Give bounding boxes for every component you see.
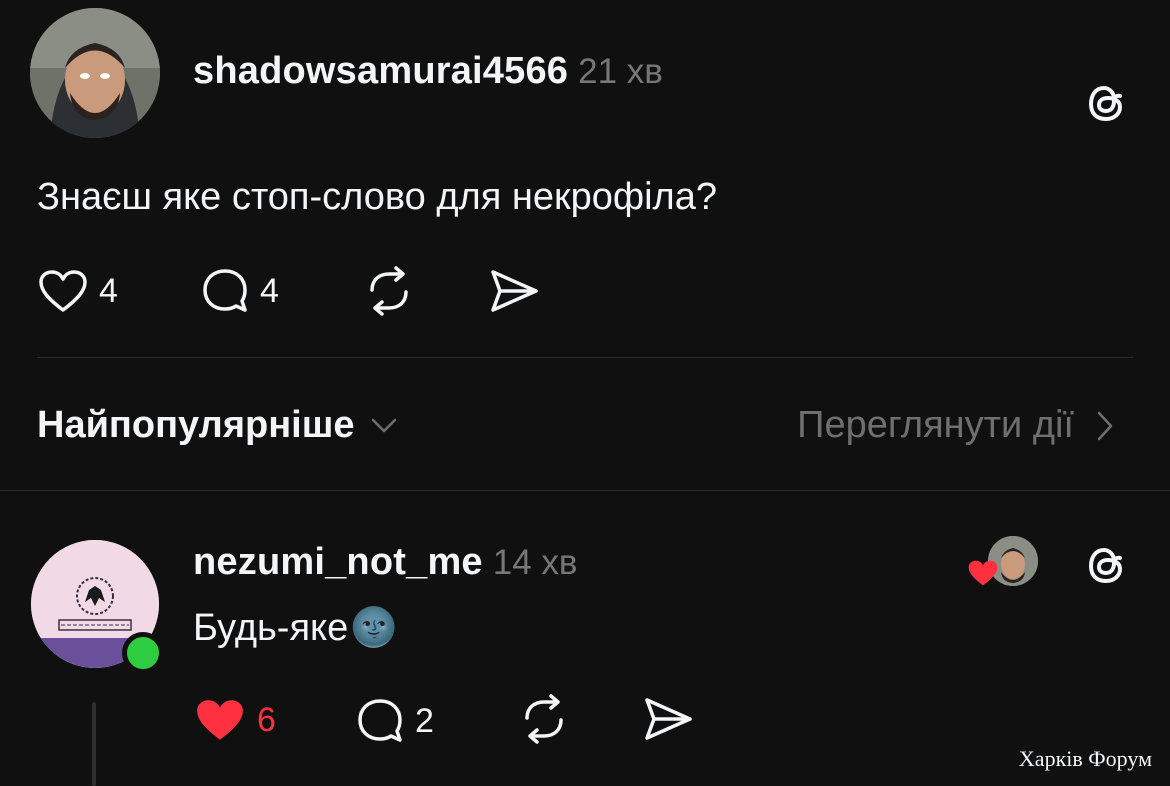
- thread-connector-line: [92, 702, 96, 786]
- repost-icon[interactable]: [362, 266, 416, 316]
- avatar-photo: [30, 8, 160, 138]
- reply-like-button[interactable]: 6: [193, 696, 276, 744]
- post-divider: [37, 357, 1133, 358]
- reply-username[interactable]: nezumi_not_me: [193, 541, 483, 584]
- post-text: Знаєш яке стоп-слово для некрофіла?: [37, 176, 717, 218]
- comment-icon: [200, 266, 250, 316]
- sort-dropdown[interactable]: Найпопулярніше: [37, 404, 399, 447]
- heart-filled-icon: [193, 696, 247, 744]
- sort-divider: [0, 490, 1170, 491]
- post-username[interactable]: shadowsamurai4566: [193, 50, 568, 93]
- heart-icon: [37, 268, 89, 314]
- post-reply-count: 4: [260, 271, 279, 310]
- sort-label: Найпопулярніше: [37, 404, 355, 446]
- post-reply-button[interactable]: 4: [200, 266, 279, 316]
- post-author-avatar[interactable]: [30, 8, 160, 138]
- view-activity-link[interactable]: Переглянути дії: [797, 404, 1114, 447]
- reply-time: 14 хв: [492, 543, 578, 582]
- repost-icon[interactable]: [517, 694, 571, 744]
- post-like-button[interactable]: 4: [37, 268, 118, 314]
- share-icon[interactable]: [642, 694, 696, 744]
- online-status-dot: [122, 632, 164, 674]
- chevron-down-icon: [369, 416, 399, 436]
- post-time: 21 хв: [578, 52, 663, 91]
- new-moon-face-emoji: 🌚: [350, 607, 398, 649]
- threads-logo-icon[interactable]: [1084, 80, 1130, 126]
- comment-icon: [355, 696, 405, 746]
- heart-icon: [966, 558, 1000, 588]
- view-activity-label: Переглянути дії: [797, 404, 1074, 446]
- watermark: Харків Форум: [1018, 746, 1152, 771]
- share-icon[interactable]: [488, 266, 542, 316]
- post-header: shadowsamurai4566 21 хв: [193, 50, 663, 93]
- post-like-count: 4: [99, 271, 118, 310]
- reply-text-row: Будь-яке 🌚: [193, 606, 398, 650]
- reply-text: Будь-яке: [193, 606, 349, 649]
- threads-logo-icon[interactable]: [1084, 542, 1130, 588]
- liked-by-author-indicator: [966, 536, 1040, 592]
- chevron-right-icon: [1096, 410, 1114, 442]
- reply-header: nezumi_not_me 14 хв: [193, 541, 578, 584]
- reply-reply-count: 2: [415, 701, 434, 740]
- reply-like-count: 6: [257, 700, 276, 739]
- reply-reply-button[interactable]: 2: [355, 696, 434, 746]
